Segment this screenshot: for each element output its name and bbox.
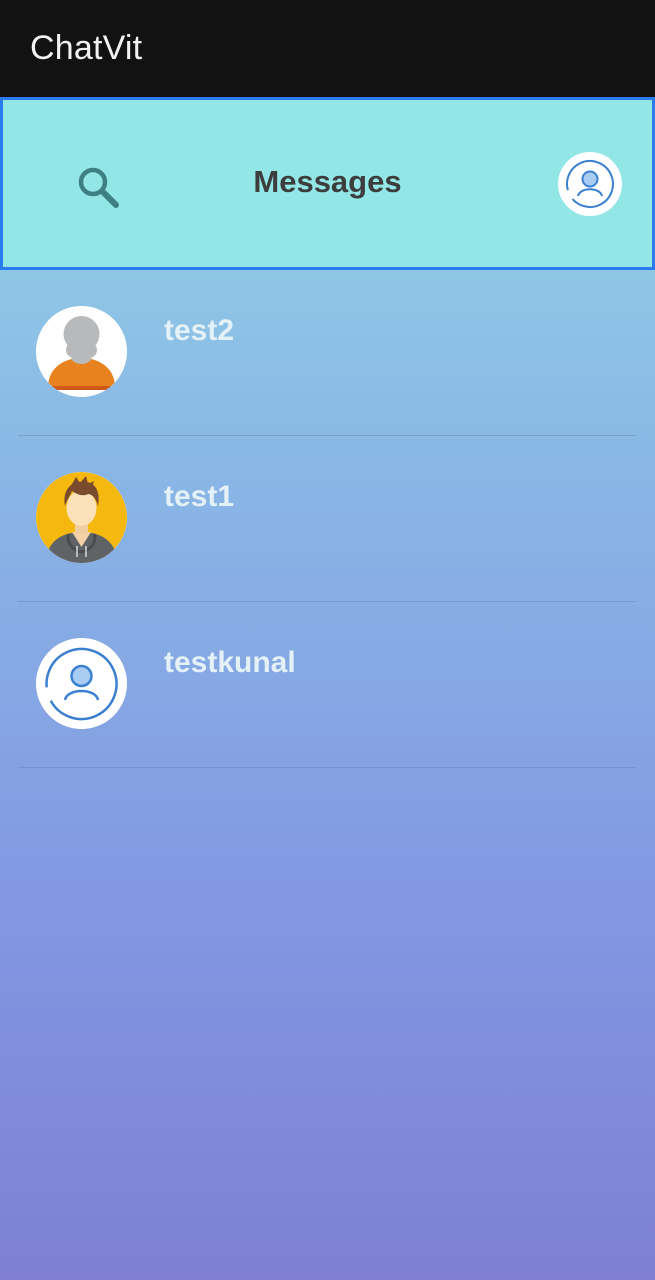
user-circle-icon xyxy=(36,638,127,729)
contact-list: test2 test1 testkunal xyxy=(0,270,655,768)
profile-button[interactable] xyxy=(558,152,622,216)
app-bar: ChatVit xyxy=(0,0,655,97)
page-title: Messages xyxy=(253,164,402,199)
avatar xyxy=(36,472,127,563)
divider xyxy=(18,767,636,768)
contact-item-test2[interactable]: test2 xyxy=(0,270,655,436)
avatar xyxy=(36,638,127,729)
contact-name: test1 xyxy=(164,480,235,513)
contact-item-test1[interactable]: test1 xyxy=(0,436,655,602)
contact-item-testkunal[interactable]: testkunal xyxy=(0,602,655,768)
contact-name: test2 xyxy=(164,314,235,347)
user-circle-icon xyxy=(566,160,614,208)
app-title: ChatVit xyxy=(30,29,143,67)
messages-header: Messages xyxy=(0,97,655,270)
man-avatar-icon xyxy=(36,472,127,563)
default-person-icon xyxy=(36,306,127,397)
contact-name: testkunal xyxy=(164,646,296,679)
avatar xyxy=(36,306,127,397)
